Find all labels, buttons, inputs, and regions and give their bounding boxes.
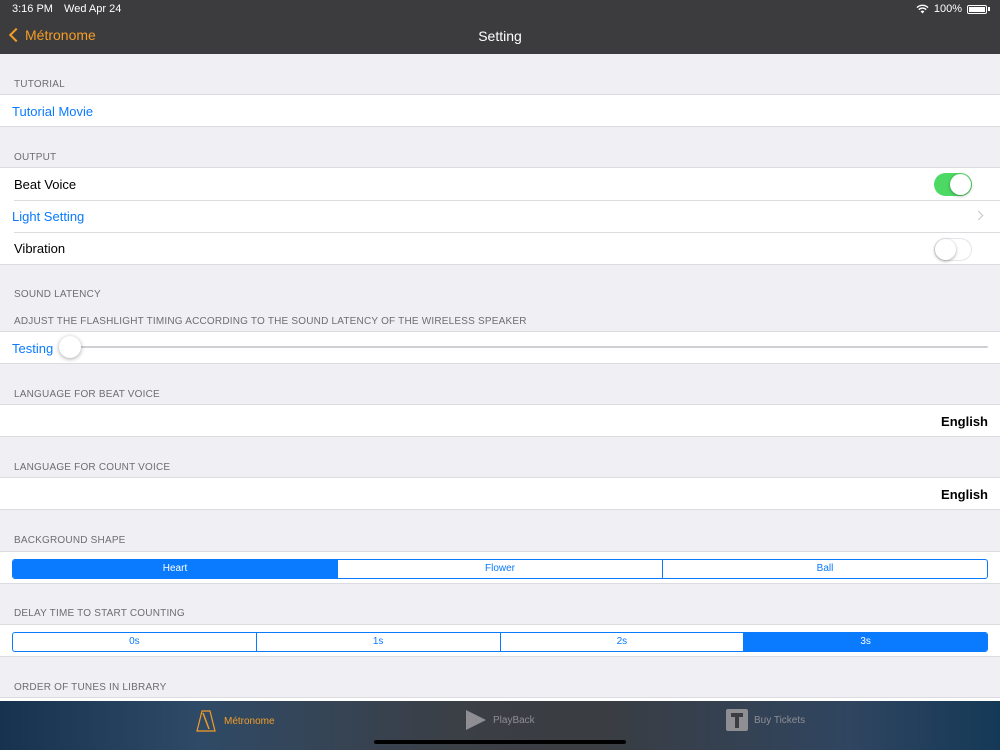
ticket-icon xyxy=(726,709,748,731)
section-header-background-shape: BACKGROUND SHAPE xyxy=(14,535,126,546)
beat-voice-language-cell[interactable]: English xyxy=(0,404,1000,437)
segment-flower[interactable]: Flower xyxy=(337,560,662,578)
tab-buy-tickets-label: Buy Tickets xyxy=(754,714,806,726)
battery-percent: 100% xyxy=(933,3,962,15)
tab-metronome[interactable]: Métronome xyxy=(194,709,275,733)
wifi-icon xyxy=(916,4,929,14)
battery-icon xyxy=(967,4,987,14)
beat-voice-language-value: English xyxy=(941,414,988,429)
vibration-label: Vibration xyxy=(14,241,66,256)
tab-playback-label: PlayBack xyxy=(493,714,535,726)
delay-time-cell: 0s 1s 2s 3s xyxy=(0,624,1000,657)
section-header-count-voice-language: LANGUAGE FOR COUNT VOICE xyxy=(14,462,171,473)
sound-latency-description: ADJUST THE FLASHLIGHT TIMING ACCORDING T… xyxy=(14,316,527,327)
background-shape-cell: Heart Flower Ball xyxy=(0,551,1000,584)
page-title: Setting xyxy=(478,28,522,44)
status-date: Wed Apr 24 xyxy=(64,3,122,15)
metronome-icon xyxy=(196,710,216,732)
play-icon xyxy=(466,710,486,730)
home-indicator xyxy=(374,740,626,744)
light-setting-label: Light Setting xyxy=(12,209,85,224)
beat-voice-toggle[interactable] xyxy=(934,173,972,196)
segment-heart[interactable]: Heart xyxy=(13,560,337,578)
segment-3s[interactable]: 3s xyxy=(743,633,987,651)
latency-slider-thumb[interactable] xyxy=(59,336,81,358)
output-group: Beat Voice Light Setting Vibration xyxy=(0,167,1000,265)
latency-cell: Testing xyxy=(0,331,1000,364)
segment-1s[interactable]: 1s xyxy=(255,633,500,651)
tab-metronome-label: Métronome xyxy=(224,715,275,727)
testing-button[interactable]: Testing xyxy=(12,341,53,356)
background-shape-segmented-control: Heart Flower Ball xyxy=(12,559,988,579)
count-voice-language-value: English xyxy=(941,487,988,502)
navigation-bar: Métronome Setting xyxy=(0,18,1000,54)
segment-2s[interactable]: 2s xyxy=(499,633,744,651)
section-header-order-of-tunes: ORDER OF TUNES IN LIBRARY xyxy=(14,682,167,693)
vibration-toggle[interactable] xyxy=(934,238,972,261)
count-voice-language-cell[interactable]: English xyxy=(0,477,1000,510)
section-header-tutorial: TUTORIAL xyxy=(14,79,65,90)
chevron-right-icon xyxy=(973,210,984,221)
status-bar: 3:16 PM Wed Apr 24 100% xyxy=(0,0,1000,18)
beat-voice-label: Beat Voice xyxy=(14,177,77,192)
delay-time-segmented-control: 0s 1s 2s 3s xyxy=(12,632,988,652)
tab-playback[interactable]: PlayBack xyxy=(465,709,535,731)
tutorial-movie-label: Tutorial Movie xyxy=(12,104,94,119)
section-header-beat-voice-language: LANGUAGE FOR BEAT VOICE xyxy=(14,389,160,400)
section-header-sound-latency: SOUND LATENCY xyxy=(14,289,101,300)
segment-ball[interactable]: Ball xyxy=(662,560,987,578)
status-time: 3:16 PM xyxy=(12,3,53,15)
latency-slider-track[interactable] xyxy=(70,346,988,348)
tab-buy-tickets[interactable]: Buy Tickets xyxy=(726,709,805,731)
segment-0s[interactable]: 0s xyxy=(13,633,256,651)
light-setting-cell[interactable]: Light Setting xyxy=(0,201,1000,232)
tutorial-movie-cell[interactable]: Tutorial Movie xyxy=(0,94,1000,127)
section-header-delay-time: DELAY TIME TO START COUNTING xyxy=(14,608,185,619)
section-header-output: OUTPUT xyxy=(14,152,57,163)
